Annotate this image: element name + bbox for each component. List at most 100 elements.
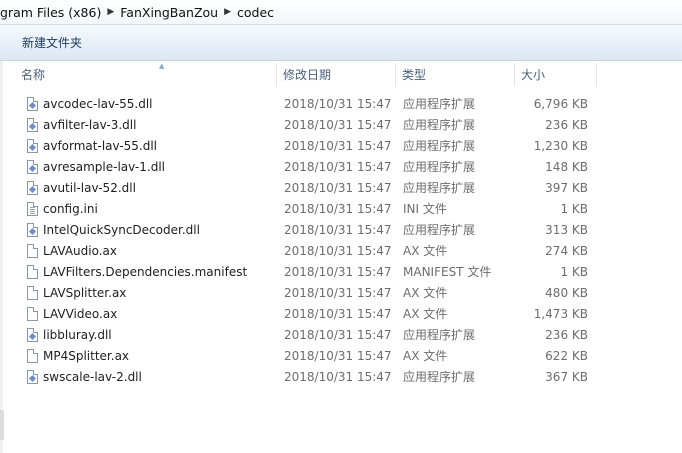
file-type: 应用程序扩展	[403, 118, 476, 132]
column-header-name[interactable]: 名称 ▲	[17, 61, 277, 88]
address-bar[interactable]: gram Files (x86) ▶ FanXingBanZou ▶ codec	[0, 0, 682, 25]
file-size: 6,796 KB	[533, 97, 588, 111]
file-date: 2018/10/31 15:47	[284, 139, 392, 153]
dll-file-icon	[27, 370, 38, 384]
scrollbar[interactable]	[0, 410, 4, 440]
sort-ascending-icon: ▲	[159, 62, 165, 70]
file-name: libbluray.dll	[43, 328, 112, 342]
file-size: 1 KB	[560, 202, 588, 216]
file-date: 2018/10/31 15:47	[284, 160, 392, 174]
file-type: INI 文件	[403, 202, 447, 216]
file-type: MANIFEST 文件	[403, 265, 492, 279]
file-type: AX 文件	[403, 349, 448, 363]
config-file-icon	[27, 202, 38, 216]
generic-file-icon	[27, 307, 38, 321]
generic-file-icon	[27, 286, 38, 300]
file-list: avcodec-lav-55.dll 2018/10/31 15:47 应用程序扩展…	[0, 94, 682, 388]
column-header-label: 修改日期	[283, 68, 332, 82]
file-row[interactable]: IntelQuickSyncDecoder.dll 2018/10/31 15:4…	[0, 220, 682, 241]
file-size: 148 KB	[545, 160, 588, 174]
file-name: swscale-lav-2.dll	[43, 370, 142, 384]
column-header-size[interactable]: 大小	[515, 61, 597, 88]
file-name: avfilter-lav-3.dll	[43, 118, 137, 132]
file-size: 1 KB	[560, 265, 588, 279]
file-row[interactable]: LAVFilters.Dependencies.manifest 2018/10/…	[0, 262, 682, 283]
file-size: 236 KB	[545, 328, 588, 342]
breadcrumb-separator-icon[interactable]: ▶	[222, 7, 233, 17]
file-row[interactable]: swscale-lav-2.dll 2018/10/31 15:47 应用程序扩展 3…	[0, 367, 682, 388]
file-size: 622 KB	[545, 349, 588, 363]
file-size: 1,230 KB	[533, 139, 588, 153]
file-size: 367 KB	[545, 370, 588, 384]
command-toolbar: 新建文件夹	[0, 25, 682, 61]
file-row[interactable]: avcodec-lav-55.dll 2018/10/31 15:47 应用程序扩展…	[0, 94, 682, 115]
file-row[interactable]: MP4Splitter.ax 2018/10/31 15:47 AX 文件 622 K…	[0, 346, 682, 367]
file-name: LAVSplitter.ax	[43, 286, 127, 300]
dll-file-icon	[27, 97, 38, 111]
file-name: avutil-lav-52.dll	[43, 181, 136, 195]
file-row[interactable]: config.ini 2018/10/31 15:47 INI 文件 1 KB	[0, 199, 682, 220]
file-size: 397 KB	[545, 181, 588, 195]
file-date: 2018/10/31 15:47	[284, 370, 392, 384]
file-row[interactable]: avutil-lav-52.dll 2018/10/31 15:47 应用程序扩展 3…	[0, 178, 682, 199]
file-name: avresample-lav-1.dll	[43, 160, 165, 174]
dll-file-icon	[27, 139, 38, 153]
file-type: 应用程序扩展	[403, 370, 476, 384]
generic-file-icon	[27, 265, 38, 279]
file-type: AX 文件	[403, 286, 448, 300]
file-type: 应用程序扩展	[403, 139, 476, 153]
file-date: 2018/10/31 15:47	[284, 223, 392, 237]
column-header-row: 名称 ▲ 修改日期 类型 大小	[0, 61, 682, 88]
file-row[interactable]: avresample-lav-1.dll 2018/10/31 15:47 应用程序…	[0, 157, 682, 178]
file-type: AX 文件	[403, 307, 448, 321]
file-row[interactable]: LAVVideo.ax 2018/10/31 15:47 AX 文件 1,473 KB	[0, 304, 682, 325]
file-type: 应用程序扩展	[403, 328, 476, 342]
file-row[interactable]: avfilter-lav-3.dll 2018/10/31 15:47 应用程序扩展…	[0, 115, 682, 136]
file-date: 2018/10/31 15:47	[284, 328, 392, 342]
new-folder-button[interactable]: 新建文件夹	[22, 34, 82, 51]
dll-file-icon	[27, 118, 38, 132]
file-name: LAVFilters.Dependencies.manifest	[43, 265, 248, 279]
file-name: LAVVideo.ax	[43, 307, 118, 321]
file-name: avcodec-lav-55.dll	[43, 97, 153, 111]
file-row[interactable]: avformat-lav-55.dll 2018/10/31 15:47 应用程序扩…	[0, 136, 682, 157]
breadcrumb-item[interactable]: gram Files (x86)	[0, 5, 105, 20]
dll-file-icon	[27, 160, 38, 174]
breadcrumb-item[interactable]: codec	[233, 5, 278, 20]
file-date: 2018/10/31 15:47	[284, 97, 392, 111]
file-name: MP4Splitter.ax	[43, 349, 130, 363]
dll-file-icon	[27, 328, 38, 342]
file-type: AX 文件	[403, 244, 448, 258]
file-size: 236 KB	[545, 118, 588, 132]
file-size: 313 KB	[545, 223, 588, 237]
file-date: 2018/10/31 15:47	[284, 286, 392, 300]
file-date: 2018/10/31 15:47	[284, 202, 392, 216]
dll-file-icon	[27, 223, 38, 237]
dll-file-icon	[27, 181, 38, 195]
file-row[interactable]: libbluray.dll 2018/10/31 15:47 应用程序扩展 236 K…	[0, 325, 682, 346]
column-header-label: 名称	[21, 68, 46, 82]
breadcrumb-item[interactable]: FanXingBanZou	[116, 5, 222, 20]
file-name: config.ini	[43, 202, 98, 216]
column-header-date[interactable]: 修改日期	[277, 61, 396, 88]
generic-file-icon	[27, 349, 38, 363]
file-row[interactable]: LAVSplitter.ax 2018/10/31 15:47 AX 文件 480 K…	[0, 283, 682, 304]
file-name: avformat-lav-55.dll	[43, 139, 157, 153]
file-type: 应用程序扩展	[403, 160, 476, 174]
file-date: 2018/10/31 15:47	[284, 265, 392, 279]
file-type: 应用程序扩展	[403, 181, 476, 195]
column-header-label: 大小	[521, 68, 546, 82]
file-date: 2018/10/31 15:47	[284, 181, 392, 195]
file-size: 1,473 KB	[533, 307, 588, 321]
generic-file-icon	[27, 244, 38, 258]
file-name: LAVAudio.ax	[43, 244, 118, 258]
column-divider[interactable]	[596, 63, 597, 86]
file-date: 2018/10/31 15:47	[284, 349, 392, 363]
file-type: 应用程序扩展	[403, 97, 476, 111]
file-size: 274 KB	[545, 244, 588, 258]
column-header-type[interactable]: 类型	[396, 61, 515, 88]
file-date: 2018/10/31 15:47	[284, 244, 392, 258]
breadcrumb-separator-icon[interactable]: ▶	[105, 7, 116, 17]
column-header-label: 类型	[402, 68, 427, 82]
file-row[interactable]: LAVAudio.ax 2018/10/31 15:47 AX 文件 274 KB	[0, 241, 682, 262]
